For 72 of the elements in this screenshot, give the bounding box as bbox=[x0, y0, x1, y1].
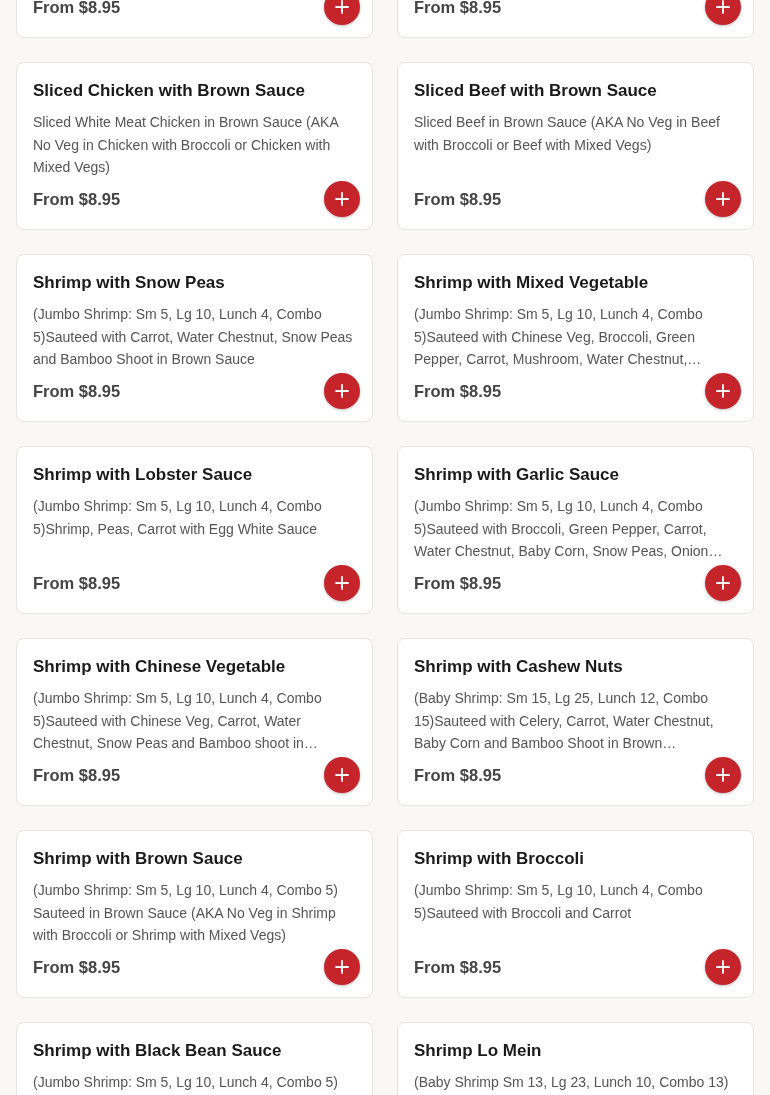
dish-description: (Jumbo Shrimp: Sm 5, Lg 10, Lunch 4, Combo 5)Sauteed with Chinese Veg, Broccoli, Green Pepper, Carrot, Mushroom, Water Chestnut,… bbox=[414, 305, 704, 369]
menu-card[interactable]: Shrimp with Lobster Sauce (Jumbo Shrimp: Sm 5, Lg 10, Lunch 4, Combo 5)Shrimp, Peas, Carrot with Egg White Sauce From $8.95 bbox=[16, 446, 373, 614]
plus-icon bbox=[715, 383, 731, 399]
plus-icon bbox=[715, 959, 731, 975]
menu-card[interactable]: Shrimp with Cashew Nuts (Baby Shrimp: Sm 15, Lg 25, Lunch 12, Combo 15)Sauteed with Celery, Carrot, Water Chestnut, Baby Corn and Bamboo Shoot in Brown… From $8.95 bbox=[397, 638, 754, 806]
menu-card[interactable]: Shrimp with Snow Peas (Jumbo Shrimp: Sm 5, Lg 10, Lunch 4, Combo 5)Sauteed with Carrot, Water Chestnut, Snow Peas and Bamboo Shoot in Brown Sauce From $8.95 bbox=[16, 254, 373, 422]
plus-icon bbox=[715, 767, 731, 783]
dish-name: Sliced Chicken with Brown Sauce bbox=[33, 80, 307, 102]
price: From $8.95 bbox=[33, 381, 121, 401]
dish-description: (Jumbo Shrimp: Sm 5, Lg 10, Lunch 4, Combo 5)Sauteed with Broccoli, Green Pepper, Carrot, Water Chestnut, Baby Corn, Snow Peas, Onion… bbox=[414, 497, 724, 561]
menu-card[interactable]: Sliced Chicken with Brown Sauce Sliced White Meat Chicken in Brown Sauce (AKA No Veg in Chicken with Broccoli or Chicken with Mixed Vegs) From $8.95 bbox=[16, 62, 373, 230]
plus-icon bbox=[334, 575, 350, 591]
plus-icon bbox=[334, 767, 350, 783]
add-button[interactable] bbox=[705, 949, 741, 985]
price: From $8.95 bbox=[414, 189, 502, 209]
add-button[interactable] bbox=[705, 181, 741, 217]
add-button[interactable] bbox=[324, 181, 360, 217]
dish-name: Shrimp with Snow Peas bbox=[33, 272, 226, 294]
dish-name: Sliced Beef with Brown Sauce bbox=[414, 80, 658, 102]
dish-description: Sliced White Meat Chicken in Brown Sauce (AKA No Veg in Chicken with Broccoli or Chicken with Mixed Vegs) bbox=[33, 113, 340, 177]
dish-description: (Jumbo Shrimp: Sm 5, Lg 10, Lunch 4, Combo 5)Sauteed with Broccoli and Carrot bbox=[414, 881, 704, 923]
dish-name: Shrimp with Chinese Vegetable bbox=[33, 656, 287, 678]
add-button[interactable] bbox=[324, 373, 360, 409]
plus-icon bbox=[715, 575, 731, 591]
price: From $8.95 bbox=[414, 573, 502, 593]
dish-description: (Jumbo Shrimp: Sm 5, Lg 10, Lunch 4, Combo 5)Sauteed with Chinese Veg, Carrot, Water Chestnut, Snow Peas and Bamboo shoot in… bbox=[33, 689, 323, 753]
price: From $8.95 bbox=[414, 381, 502, 401]
add-button[interactable] bbox=[705, 373, 741, 409]
dish-description: (Jumbo Shrimp: Sm 5, Lg 10, Lunch 4, Combo 5) bbox=[33, 1073, 340, 1092]
price: From $8.95 bbox=[414, 765, 502, 785]
dish-name: Shrimp with Cashew Nuts bbox=[414, 656, 624, 678]
add-button[interactable] bbox=[705, 565, 741, 601]
price: From $8.95 bbox=[33, 957, 121, 977]
add-button[interactable] bbox=[324, 757, 360, 793]
menu-card[interactable]: Shrimp Lo Mein (Baby Shrimp Sm 13, Lg 23, Lunch 10, Combo 13) bbox=[397, 1022, 754, 1095]
menu-card[interactable]: Shrimp with Broccoli (Jumbo Shrimp: Sm 5, Lg 10, Lunch 4, Combo 5)Sauteed with Broccoli and Carrot From $8.95 bbox=[397, 830, 754, 998]
price: From $8.95 bbox=[33, 765, 121, 785]
dish-description: (Jumbo Shrimp: Sm 5, Lg 10, Lunch 4, Combo 5)Sauteed with Carrot, Water Chestnut, Snow Peas and Bamboo Shoot in Brown Sauce bbox=[33, 305, 354, 369]
dish-name: Shrimp with Garlic Sauce bbox=[414, 464, 620, 486]
price: From $8.95 bbox=[33, 189, 121, 209]
add-button[interactable] bbox=[705, 757, 741, 793]
price: From $8.95 bbox=[33, 573, 121, 593]
dish-name: Shrimp with Mixed Vegetable bbox=[414, 272, 650, 294]
menu-card[interactable]: From $8.95 bbox=[16, 0, 373, 38]
add-button[interactable] bbox=[324, 565, 360, 601]
menu-card[interactable]: From $8.95 bbox=[397, 0, 754, 38]
price: From $8.95 bbox=[414, 957, 502, 977]
plus-icon bbox=[334, 191, 350, 207]
dish-description: (Jumbo Shrimp: Sm 5, Lg 10, Lunch 4, Combo 5)Shrimp, Peas, Carrot with Egg White Sauce bbox=[33, 497, 323, 539]
plus-icon bbox=[334, 383, 350, 399]
dish-description: (Baby Shrimp Sm 13, Lg 23, Lunch 10, Combo 13) bbox=[414, 1073, 730, 1092]
plus-icon bbox=[334, 0, 350, 15]
dish-name: Shrimp with Brown Sauce bbox=[33, 848, 244, 870]
add-button[interactable] bbox=[324, 949, 360, 985]
dish-name: Shrimp with Lobster Sauce bbox=[33, 464, 254, 486]
dish-description: Sliced Beef in Brown Sauce (AKA No Veg in Beef with Broccoli or Beef with Mixed Vegs) bbox=[414, 113, 721, 155]
dish-name: Shrimp Lo Mein bbox=[414, 1040, 543, 1062]
menu-card[interactable]: Shrimp with Garlic Sauce (Jumbo Shrimp: Sm 5, Lg 10, Lunch 4, Combo 5)Sauteed with Broccoli, Green Pepper, Carrot, Water Chestnut, Baby Corn, Snow Peas, Onion… From $8.95 bbox=[397, 446, 754, 614]
plus-icon bbox=[715, 191, 731, 207]
price: From $8.95 bbox=[414, 0, 502, 17]
menu-card[interactable]: Shrimp with Mixed Vegetable (Jumbo Shrimp: Sm 5, Lg 10, Lunch 4, Combo 5)Sauteed with Chinese Veg, Broccoli, Green Pepper, Carrot, Mushroom, Water Chestnut,… From $8.95 bbox=[397, 254, 754, 422]
plus-icon bbox=[334, 959, 350, 975]
plus-icon bbox=[715, 0, 731, 15]
menu-card[interactable]: Shrimp with Black Bean Sauce (Jumbo Shrimp: Sm 5, Lg 10, Lunch 4, Combo 5) bbox=[16, 1022, 373, 1095]
menu-card[interactable]: Shrimp with Chinese Vegetable (Jumbo Shrimp: Sm 5, Lg 10, Lunch 4, Combo 5)Sauteed with Chinese Veg, Carrot, Water Chestnut, Snow Peas and Bamboo shoot in… From $8.95 bbox=[16, 638, 373, 806]
dish-name: Shrimp with Broccoli bbox=[414, 848, 586, 870]
price: From $8.95 bbox=[33, 0, 121, 17]
menu-card[interactable]: Shrimp with Brown Sauce (Jumbo Shrimp: Sm 5, Lg 10, Lunch 4, Combo 5) Sauteed in Brown Sauce (AKA No Veg in Shrimp with Broccoli or Shrimp with Mixed Vegs) From $8.95 bbox=[16, 830, 373, 998]
dish-name: Shrimp with Black Bean Sauce bbox=[33, 1040, 283, 1062]
menu-card[interactable]: Sliced Beef with Brown Sauce Sliced Beef in Brown Sauce (AKA No Veg in Beef with Broccoli or Beef with Mixed Vegs) From $8.95 bbox=[397, 62, 754, 230]
dish-description: (Baby Shrimp: Sm 15, Lg 25, Lunch 12, Combo 15)Sauteed with Celery, Carrot, Water Chestnut, Baby Corn and Bamboo Shoot in Brown… bbox=[414, 689, 715, 753]
dish-description: (Jumbo Shrimp: Sm 5, Lg 10, Lunch 4, Combo 5) Sauteed in Brown Sauce (AKA No Veg in Shrimp with Broccoli or Shrimp with Mixed Vegs) bbox=[33, 881, 340, 945]
